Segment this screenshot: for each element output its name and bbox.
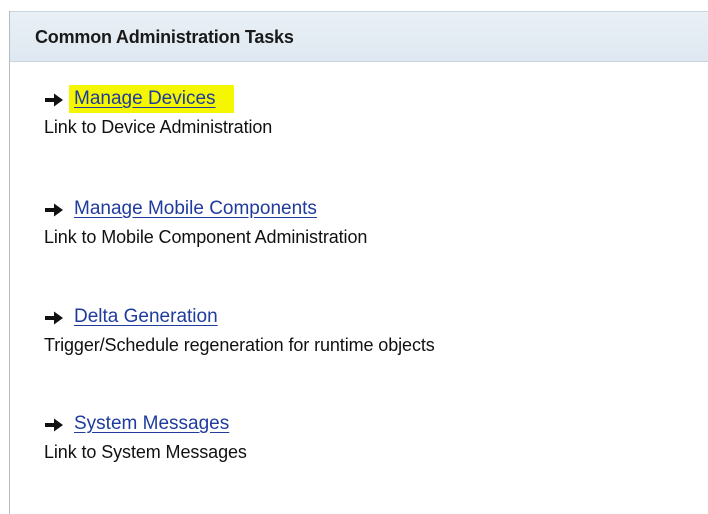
task-link-row: Delta Generation: [44, 303, 435, 333]
manage-devices-link[interactable]: Manage Devices: [69, 85, 234, 113]
manage-mobile-components-link[interactable]: Manage Mobile Components: [71, 195, 320, 223]
panel-header: Common Administration Tasks: [10, 11, 708, 62]
task-manage-devices: Manage Devices Link to Device Administra…: [44, 85, 272, 138]
manage-devices-description: Link to Device Administration: [44, 117, 273, 137]
task-delta-generation: Delta Generation Trigger/Schedule regene…: [44, 303, 435, 356]
page-top-strip: [0, 0, 708, 11]
common-admin-tasks-panel: Common Administration Tasks Manage Devic…: [9, 11, 708, 514]
delta-generation-link[interactable]: Delta Generation: [71, 303, 221, 331]
system-messages-description: Link to System Messages: [44, 442, 247, 462]
arrow-right-icon: [45, 418, 63, 432]
manage-mobile-components-description: Link to Mobile Component Administration: [44, 227, 368, 247]
arrow-right-icon: [45, 203, 63, 217]
task-link-row: Manage Mobile Components: [44, 195, 367, 225]
arrow-right-icon: [45, 311, 63, 325]
task-link-row: Manage Devices: [44, 85, 272, 115]
task-link-row: System Messages: [44, 410, 247, 440]
arrow-right-icon: [45, 93, 63, 107]
task-system-messages: System Messages Link to System Messages: [44, 410, 247, 463]
task-manage-mobile-components: Manage Mobile Components Link to Mobile …: [44, 195, 367, 248]
delta-generation-description: Trigger/Schedule regeneration for runtim…: [44, 335, 435, 355]
system-messages-link[interactable]: System Messages: [71, 410, 232, 438]
panel-title: Common Administration Tasks: [35, 27, 294, 47]
